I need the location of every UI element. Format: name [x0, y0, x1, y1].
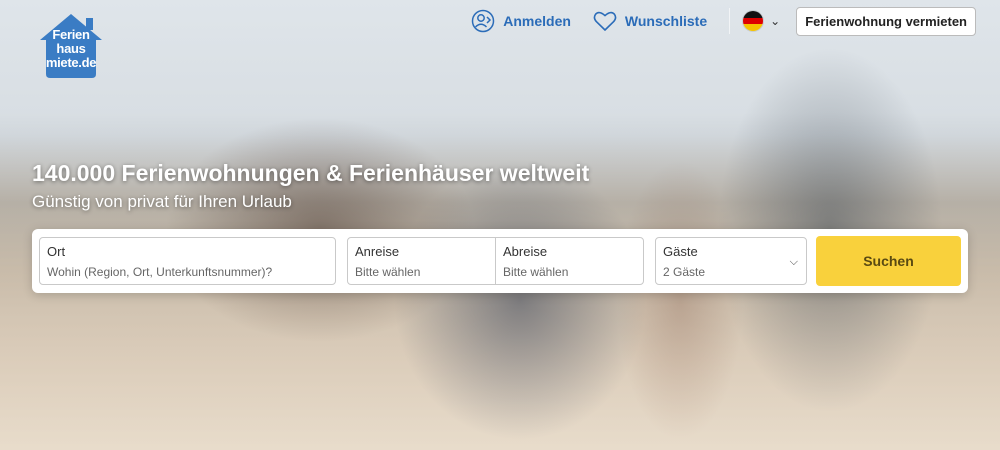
guests-select[interactable]: Gäste 2 Gäste ⌵: [655, 237, 807, 285]
nav-divider: [729, 8, 731, 34]
language-selector[interactable]: ⌄: [742, 10, 780, 32]
chevron-down-icon: ⌄: [770, 14, 781, 28]
login-link[interactable]: Anmelden: [471, 9, 571, 33]
checkin-field[interactable]: Anreise Bitte wählen: [348, 238, 496, 284]
checkin-label: Anreise: [355, 244, 400, 259]
wishlist-link[interactable]: Wunschliste: [593, 10, 707, 32]
guests-label: Gäste: [663, 244, 698, 259]
user-login-icon: [471, 9, 495, 33]
checkin-value: Bitte wählen: [355, 265, 421, 279]
login-label: Anmelden: [503, 13, 571, 29]
hero-background-image: [0, 0, 1000, 450]
logo-text: Ferien haus miete.de: [45, 27, 97, 70]
heart-icon: [593, 11, 617, 31]
guests-value: 2 Gäste: [663, 265, 706, 279]
site-logo[interactable]: Ferien haus miete.de: [38, 12, 104, 80]
header-nav: Anmelden Wunschliste ⌄ Ferienwohnung ver…: [471, 6, 976, 36]
location-label: Ort: [47, 244, 66, 259]
wishlist-label: Wunschliste: [624, 13, 708, 29]
chevron-down-icon: ⌵: [789, 256, 798, 268]
checkout-field[interactable]: Abreise Bitte wählen: [496, 238, 644, 284]
location-placeholder: Wohin (Region, Ort, Unterkunftsnummer)?: [47, 265, 273, 279]
checkout-label: Abreise: [503, 244, 548, 259]
search-bar: Ort Wohin (Region, Ort, Unterkunftsnumme…: [32, 229, 968, 293]
hero-headline: 140.000 Ferienwohnungen & Ferienhäuser w…: [32, 160, 590, 186]
location-field[interactable]: Ort Wohin (Region, Ort, Unterkunftsnumme…: [39, 237, 336, 285]
date-range-field: Anreise Bitte wählen Abreise Bitte wähle…: [347, 237, 644, 285]
search-button[interactable]: Suchen: [816, 236, 961, 286]
hero-subline: Günstig von privat für Ihren Urlaub: [32, 192, 292, 211]
rent-out-button[interactable]: Ferienwohnung vermieten: [796, 6, 976, 36]
checkout-value: Bitte wählen: [503, 265, 569, 279]
germany-flag-icon: [742, 10, 765, 32]
